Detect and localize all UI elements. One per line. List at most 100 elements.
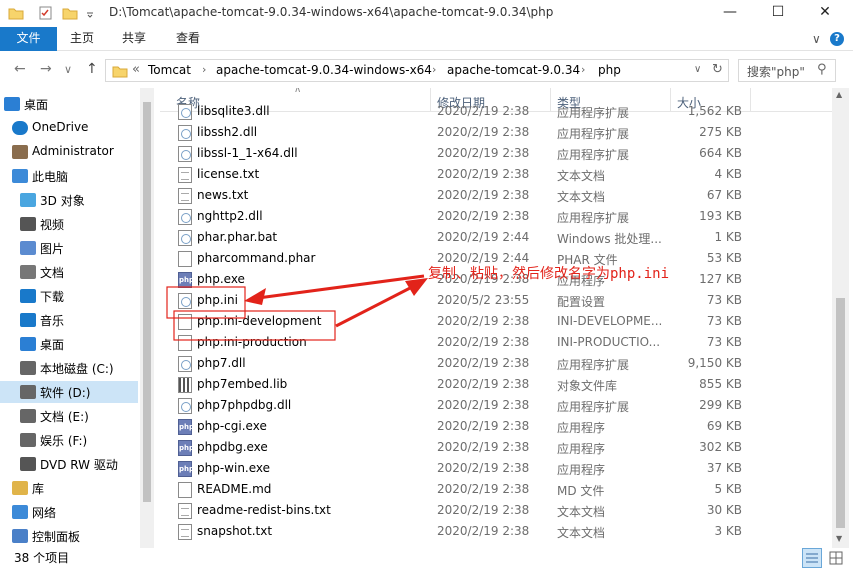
file-row[interactable]: license.txt 2020/2/19 2:38 文本文档 4 KB	[160, 164, 832, 185]
sidebar-item[interactable]: 视频	[0, 213, 138, 235]
nav-scrollbar[interactable]	[140, 88, 154, 548]
file-row[interactable]: php phpdbg.exe 2020/2/19 2:38 应用程序 302 KB	[160, 437, 832, 458]
folder-icon	[112, 66, 128, 78]
php-file-icon: php	[178, 440, 194, 456]
file-date: 2020/2/19 2:38	[437, 314, 530, 328]
file-row[interactable]: php php-win.exe 2020/2/19 2:38 应用程序 37 KB	[160, 458, 832, 479]
file-row[interactable]: readme-redist-bins.txt 2020/2/19 2:38 文本文档…	[160, 500, 832, 521]
file-row[interactable]: news.txt 2020/2/19 2:38 文本文档 67 KB	[160, 185, 832, 206]
sidebar-item[interactable]: 图片	[0, 237, 138, 259]
chevron-right-icon[interactable]: ›	[202, 63, 206, 76]
file-name: phar.phar.bat	[197, 230, 278, 244]
title-bar: D:\Tomcat\apache-tomcat-9.0.34-windows-x…	[0, 0, 853, 27]
sidebar-item[interactable]: 软件 (D:)	[0, 381, 138, 403]
file-size: 9,150 KB	[687, 356, 742, 370]
address-dropdown-icon[interactable]: ∨	[694, 64, 701, 75]
large-icons-view-button[interactable]	[826, 548, 846, 568]
maximize-button[interactable]: ☐	[755, 0, 801, 27]
help-icon[interactable]: ?	[830, 32, 844, 46]
file-row[interactable]: php7embed.lib 2020/2/19 2:38 对象文件库 855 KB	[160, 374, 832, 395]
close-button[interactable]: ✕	[802, 0, 848, 27]
sidebar-item[interactable]: 网络	[0, 501, 138, 523]
minimize-button[interactable]: —	[707, 0, 753, 27]
forward-button[interactable]: →	[40, 61, 52, 77]
sidebar-item[interactable]: 娱乐 (F:)	[0, 429, 138, 451]
file-type: 对象文件库	[557, 379, 618, 393]
tab-view[interactable]: 查看	[176, 27, 200, 51]
new-folder-icon[interactable]	[62, 5, 78, 21]
file-type: INI-DEVELOPME...	[557, 314, 663, 328]
scroll-up-icon[interactable]: ▲	[836, 90, 842, 99]
breadcrumb-php[interactable]: php	[598, 63, 621, 77]
sidebar-item[interactable]: 下载	[0, 285, 138, 307]
details-view-button[interactable]	[802, 548, 822, 568]
scrollbar-thumb[interactable]	[836, 298, 845, 528]
tab-share[interactable]: 共享	[122, 27, 146, 51]
file-row[interactable]: snapshot.txt 2020/2/19 2:38 文本文档 3 KB	[160, 521, 832, 542]
file-row[interactable]: php php-cgi.exe 2020/2/19 2:38 应用程序 69 KB	[160, 416, 832, 437]
sidebar-item[interactable]: Administrator	[0, 141, 138, 163]
file-row[interactable]: php.ini-development 2020/2/19 2:38 INI-DEV…	[160, 311, 832, 332]
dll-file-icon	[178, 125, 192, 141]
chevron-right-icon[interactable]: ›	[581, 63, 585, 76]
file-row[interactable]: php.ini 2020/5/2 23:55 配置设置 73 KB	[160, 290, 832, 311]
sidebar-item[interactable]: 音乐	[0, 309, 138, 331]
control-panel-icon	[12, 529, 28, 543]
file-type: 应用程序扩展	[557, 211, 630, 225]
search-box[interactable]: 搜索"php" ⚲	[738, 59, 836, 82]
drive-icon	[20, 433, 36, 447]
properties-icon[interactable]	[38, 5, 54, 21]
search-input[interactable]: 搜索"php"	[747, 63, 805, 80]
scroll-down-icon[interactable]: ▼	[836, 534, 842, 543]
tab-file[interactable]: 文件	[0, 27, 57, 51]
sidebar-item[interactable]: DVD RW 驱动	[0, 453, 138, 475]
back-button[interactable]: ←	[14, 61, 26, 77]
sidebar-item[interactable]: 桌面	[0, 333, 138, 355]
file-row[interactable]: phar.phar.bat 2020/2/19 2:44 Windows 批处理..…	[160, 227, 832, 248]
breadcrumb-tomcat[interactable]: Tomcat	[148, 63, 191, 77]
file-name: php7phpdbg.dll	[197, 398, 292, 412]
sidebar-item[interactable]: 库	[0, 477, 138, 499]
chevron-right-icon[interactable]: ›	[432, 63, 436, 76]
file-row[interactable]: php7.dll 2020/2/19 2:38 应用程序扩展 9,150 KB	[160, 353, 832, 374]
sidebar-item-label: 3D 对象	[40, 194, 85, 208]
txt-file-icon	[178, 503, 192, 519]
file-row[interactable]: php.ini-production 2020/2/19 2:38 INI-PROD…	[160, 332, 832, 353]
recent-locations-button[interactable]: ∨	[64, 63, 72, 76]
sidebar-item-label: 软件 (D:)	[40, 386, 91, 400]
file-row[interactable]: libsqlite3.dll 2020/2/19 2:38 应用程序扩展 1,562 …	[160, 101, 832, 122]
customize-toolbar-icon[interactable]	[84, 5, 96, 21]
txt-file-icon	[178, 167, 192, 183]
breadcrumb-tomcat-x64[interactable]: apache-tomcat-9.0.34-windows-x64	[216, 63, 432, 77]
file-size: 73 KB	[706, 293, 742, 307]
overflow-icon[interactable]: «	[132, 62, 140, 77]
status-bar: 38 个项目	[0, 548, 853, 572]
ribbon-expand-icon[interactable]: ∨	[812, 32, 821, 46]
file-size: 73 KB	[706, 335, 742, 349]
scrollbar-thumb[interactable]	[143, 102, 151, 502]
sidebar-item[interactable]: 文档	[0, 261, 138, 283]
file-row[interactable]: nghttp2.dll 2020/2/19 2:38 应用程序扩展 193 KB	[160, 206, 832, 227]
file-size: 5 KB	[714, 482, 742, 496]
sidebar-item[interactable]: 文档 (E:)	[0, 405, 138, 427]
cloud-icon	[12, 121, 28, 135]
tab-home[interactable]: 主页	[70, 27, 94, 51]
file-row[interactable]: README.md 2020/2/19 2:38 MD 文件 5 KB	[160, 479, 832, 500]
sidebar-item[interactable]: 控制面板	[0, 525, 138, 547]
file-row[interactable]: libssh2.dll 2020/2/19 2:38 应用程序扩展 275 KB	[160, 122, 832, 143]
sidebar-item[interactable]: 此电脑	[0, 165, 138, 187]
refresh-icon[interactable]: ↻	[712, 62, 723, 77]
file-row[interactable]: php7phpdbg.dll 2020/2/19 2:38 应用程序扩展 299 KB	[160, 395, 832, 416]
file-size: 4 KB	[714, 167, 742, 181]
sidebar-item[interactable]: 桌面	[0, 93, 138, 115]
sidebar-item[interactable]: OneDrive	[0, 117, 138, 139]
up-button[interactable]: ↑	[86, 61, 98, 77]
file-list-scrollbar[interactable]: ▲ ▼	[832, 88, 849, 548]
annotation-note: 复制、粘贴，然后修改名字为php.ini	[428, 266, 670, 282]
sidebar-item[interactable]: 本地磁盘 (C:)	[0, 357, 138, 379]
sidebar-item[interactable]: 3D 对象	[0, 189, 138, 211]
breadcrumb-tomcat-version[interactable]: apache-tomcat-9.0.34	[447, 63, 580, 77]
file-row[interactable]: libssl-1_1-x64.dll 2020/2/19 2:38 应用程序扩展 66…	[160, 143, 832, 164]
address-bar[interactable]: « Tomcat › apache-tomcat-9.0.34-windows-…	[105, 59, 729, 82]
folder-icon[interactable]	[8, 5, 24, 21]
